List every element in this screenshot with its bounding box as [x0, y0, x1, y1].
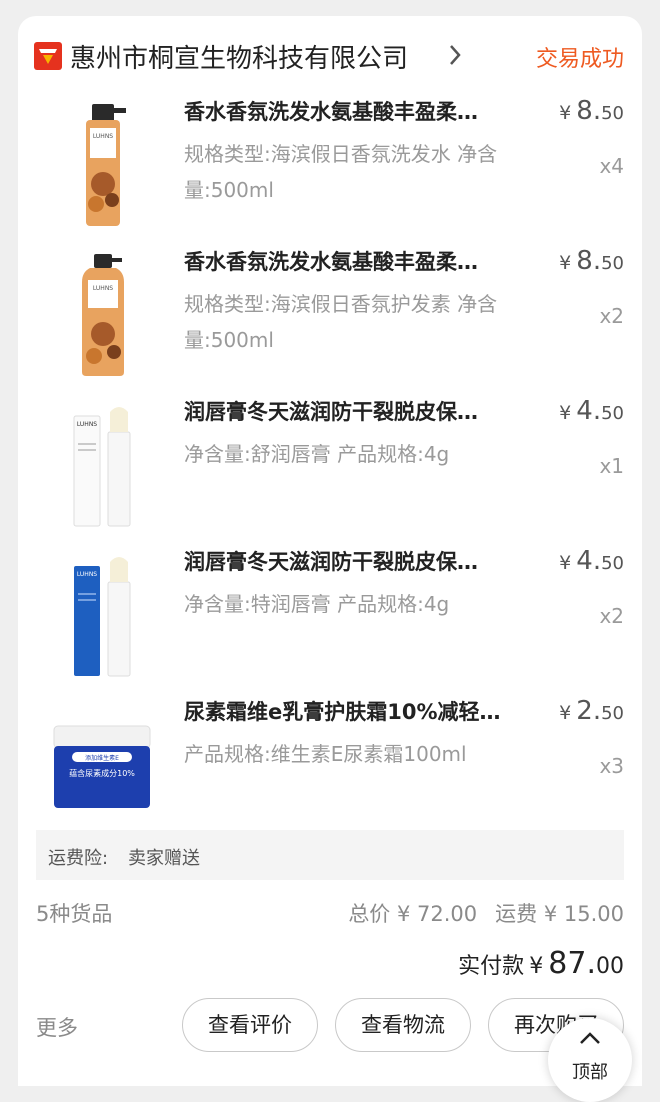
amount-paid: 实付款 ¥ 87.00: [458, 946, 624, 981]
order-item[interactable]: 添加维生素E 蕴含尿素成分10% 尿素霜维e乳膏护肤霜10%减轻… 产品规格:维…: [18, 696, 642, 846]
shampoo-bottle-image: LUHNS: [86, 104, 126, 226]
svg-text:LUHNS: LUHNS: [93, 285, 113, 292]
order-header: 惠州市桐宣生物科技有限公司 交易成功: [18, 16, 642, 96]
shipping-fee: 运费 ¥ 15.00: [495, 902, 624, 926]
item-quantity: x1: [599, 454, 624, 478]
item-quantity: x3: [599, 754, 624, 778]
item-price: ¥ 4.50: [559, 396, 624, 426]
order-status: 交易成功: [535, 47, 624, 72]
item-title: 润唇膏冬天滋润防干裂脱皮保…: [184, 550, 478, 574]
insurance-value: 卖家赠送: [128, 848, 200, 869]
order-item[interactable]: LUHNS 润唇膏冬天滋润防干裂脱皮保… 净含量:特润唇膏 产品规格:4g ¥ …: [18, 546, 642, 696]
lip-balm-image: LUHNS: [74, 557, 131, 677]
paid-label: 实付款: [458, 954, 525, 979]
svg-text:LUHNS: LUHNS: [77, 421, 97, 428]
shipping-insurance: 运费险: 卖家赠送: [36, 830, 624, 880]
view-logistics-button[interactable]: 查看物流: [335, 998, 471, 1052]
order-item[interactable]: LUHNS 香水香氛洗发水氨基酸丰盈柔… 规格类型:海滨假日香氛护发素 净含量:…: [18, 246, 642, 396]
order-item[interactable]: LUHNS 香水香氛洗发水氨基酸丰盈柔… 规格类型:海滨假日香氛洗发水 净含量:…: [18, 96, 642, 246]
item-title: 润唇膏冬天滋润防干裂脱皮保…: [184, 400, 478, 424]
back-to-top-label: 顶部: [572, 1062, 608, 1083]
svg-text:LUHNS: LUHNS: [77, 571, 97, 578]
item-spec: 规格类型:海滨假日香氛洗发水 净含量:500ml: [184, 142, 498, 202]
item-spec: 产品规格:维生素E尿素霜100ml: [184, 742, 467, 766]
total-price: 总价 ¥ 72.00: [348, 902, 478, 926]
item-title: 香水香氛洗发水氨基酸丰盈柔…: [184, 250, 478, 274]
item-title: 尿素霜维e乳膏护肤霜10%减轻…: [184, 700, 501, 724]
order-card: 惠州市桐宣生物科技有限公司 交易成功 LUHNS 香水香氛洗发水氨基酸丰盈柔… …: [18, 16, 642, 1086]
item-spec: 净含量:特润唇膏 产品规格:4g: [184, 592, 450, 616]
svg-text:蕴含尿素成分10%: 蕴含尿素成分10%: [69, 768, 135, 778]
order-totals: 总价 ¥ 72.00 运费 ¥ 15.00: [348, 898, 624, 928]
item-quantity: x2: [599, 604, 624, 628]
insurance-label: 运费险:: [48, 848, 109, 869]
view-review-button[interactable]: 查看评价: [182, 998, 318, 1052]
svg-text:LUHNS: LUHNS: [93, 133, 113, 140]
item-price: ¥ 8.50: [559, 96, 624, 126]
item-quantity: x2: [599, 304, 624, 328]
chevron-right-icon[interactable]: [448, 43, 462, 67]
urea-cream-jar-image: 添加维生素E 蕴含尿素成分10%: [53, 725, 151, 808]
svg-text:添加维生素E: 添加维生素E: [85, 754, 119, 762]
item-price: ¥ 4.50: [559, 546, 624, 576]
item-spec: 规格类型:海滨假日香氛护发素 净含量:500ml: [184, 292, 498, 352]
conditioner-bottle-image: LUHNS: [82, 254, 124, 376]
lip-balm-image: LUHNS: [73, 407, 131, 527]
item-price: ¥ 2.50: [559, 696, 624, 726]
chevron-up-icon: [580, 1032, 600, 1044]
more-button[interactable]: 更多: [36, 1012, 78, 1042]
shop-name[interactable]: 惠州市桐宣生物科技有限公司: [70, 38, 408, 75]
order-item[interactable]: LUHNS 润唇膏冬天滋润防干裂脱皮保… 净含量:舒润唇膏 产品规格:4g ¥ …: [18, 396, 642, 546]
item-quantity: x4: [599, 154, 624, 178]
item-count: 5种货品: [36, 902, 113, 926]
item-spec: 净含量:舒润唇膏 产品规格:4g: [184, 442, 450, 466]
back-to-top-button[interactable]: 顶部: [548, 1018, 632, 1102]
shop-icon: [34, 42, 62, 70]
item-price: ¥ 8.50: [559, 246, 624, 276]
item-title: 香水香氛洗发水氨基酸丰盈柔…: [184, 100, 478, 124]
